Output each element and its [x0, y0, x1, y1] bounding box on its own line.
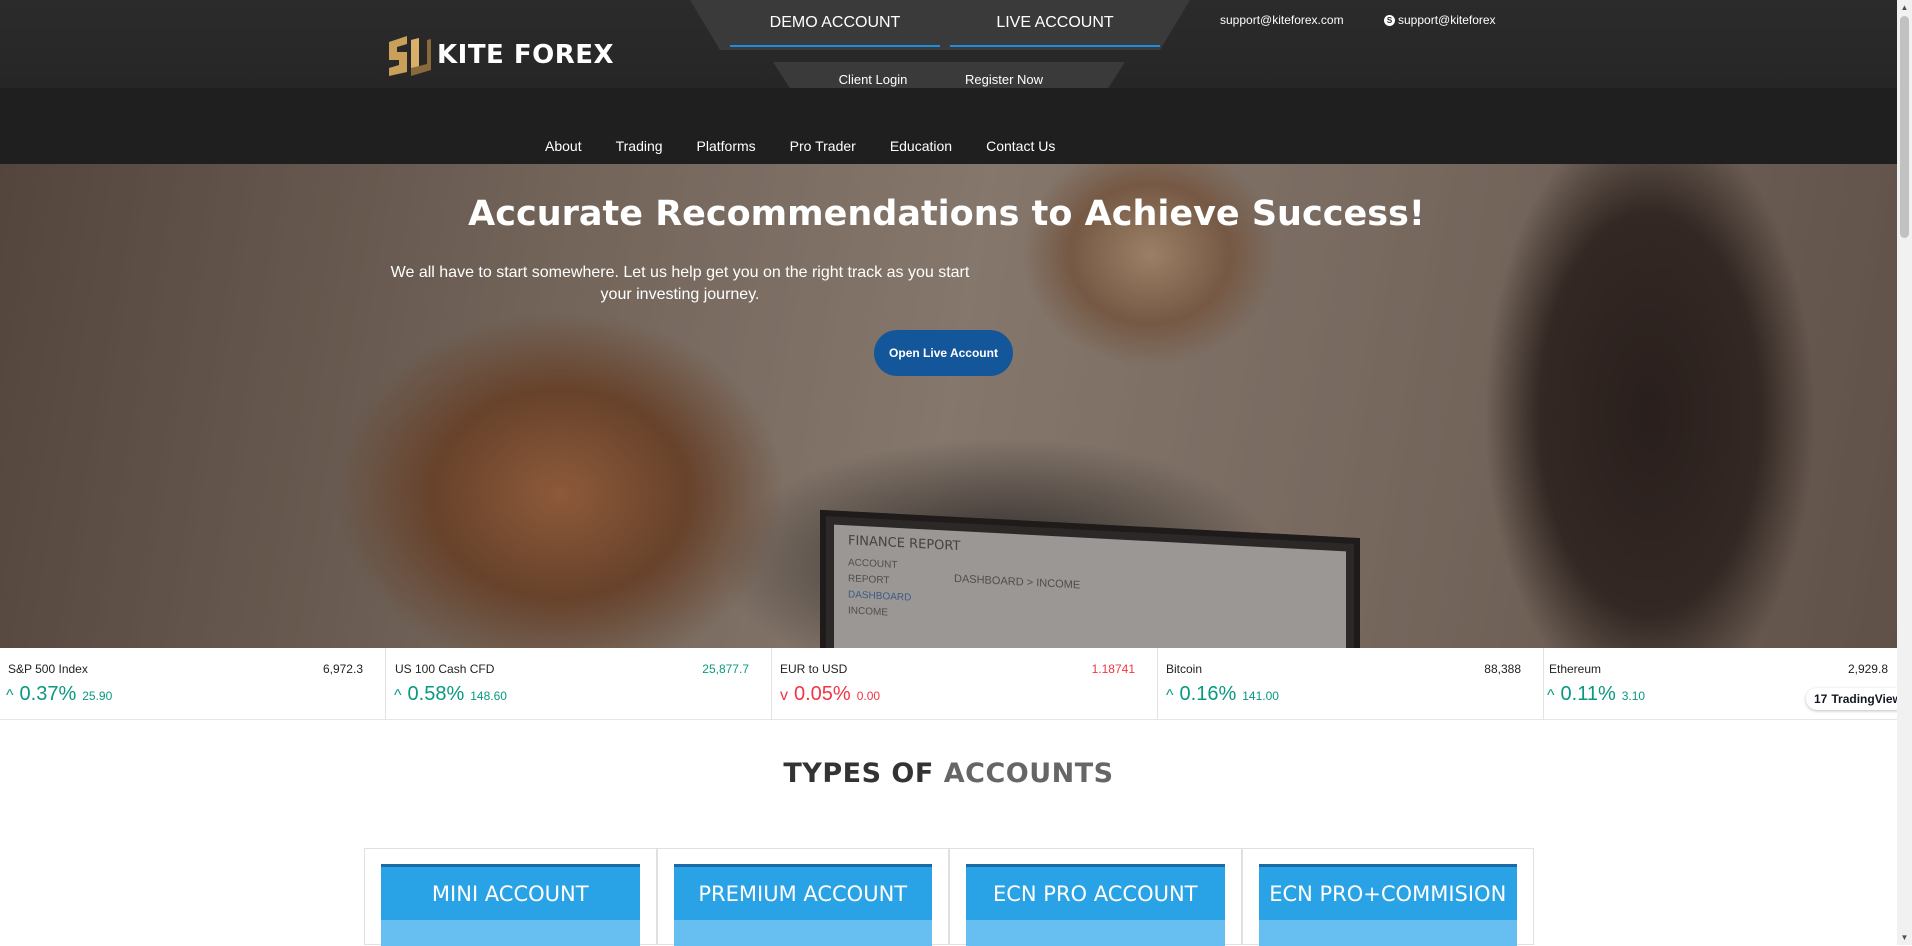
logo-text: KITE FOREX — [437, 40, 615, 70]
ticker-price: 88,388 — [1484, 662, 1521, 676]
ticker-change-absolute: 3.10 — [1621, 689, 1646, 703]
caret-down-icon: v — [780, 687, 788, 704]
support-email-link[interactable]: support@kiteforex.com — [1220, 13, 1344, 27]
account-card-title: PREMIUM ACCOUNT — [673, 864, 932, 920]
page-scrollbar[interactable]: ▲ ▼ — [1897, 0, 1912, 945]
scroll-down-arrow-icon[interactable]: ▼ — [1897, 930, 1912, 945]
ticker-symbol-name: Ethereum — [1549, 662, 1602, 676]
ticker-item[interactable]: US 100 Cash CFD 25,877.7 ^ 0.58% 148.60 — [386, 648, 772, 720]
caret-up-icon: ^ — [1547, 687, 1555, 704]
main-navigation: About Trading Platforms Pro Trader Educa… — [0, 88, 1897, 164]
kite-logo-icon — [389, 36, 431, 76]
site-logo[interactable]: KITE FOREX — [383, 30, 614, 80]
ticker-change: ^ 0.37% 25.90 — [6, 683, 112, 706]
hero-banner: FINANCE REPORT ACCOUNT REPORT DASHBOARD … — [0, 164, 1897, 648]
hero-title: Accurate Recommendations to Achieve Succ… — [0, 194, 1897, 234]
ticker-change-percent: 0.05% — [794, 683, 851, 705]
skype-icon: S — [1384, 14, 1395, 26]
ticker-item[interactable]: S&P 500 Index 6,972.3 ^ 0.37% 25.90 — [0, 648, 386, 720]
account-tabs: DEMO ACCOUNT LIVE ACCOUNT — [690, 0, 1190, 50]
ticker-change: ^ 0.11% 3.10 — [1547, 683, 1645, 706]
ticker-change-absolute: 0.00 — [856, 689, 881, 703]
nav-item-trading[interactable]: Trading — [616, 138, 663, 154]
nav-menu: About Trading Platforms Pro Trader Educa… — [545, 138, 1089, 154]
ticker-change-percent: 0.16% — [1179, 683, 1237, 705]
account-card-title: ECN PRO ACCOUNT — [966, 864, 1225, 920]
tradingview-badge[interactable]: 17 TradingView — [1806, 688, 1906, 710]
caret-up-icon: ^ — [1166, 687, 1174, 704]
hero-subtitle: We all have to start somewhere. Let us h… — [390, 264, 970, 303]
ticker-symbol-name: EUR to USD — [780, 662, 848, 676]
account-card-title: MINI ACCOUNT — [381, 864, 640, 920]
accounts-section-title: TYPES OF ACCOUNTS — [0, 758, 1897, 789]
account-card[interactable]: ECN PRO ACCOUNT — [949, 848, 1242, 946]
ticker-item[interactable]: Bitcoin 88,388 ^ 0.16% 141.00 — [1158, 648, 1544, 720]
tradingview-logo-icon: 17 — [1814, 692, 1828, 706]
ticker-change: ^ 0.16% 141.00 — [1166, 683, 1279, 706]
ticker-change: ^ 0.58% 148.60 — [394, 683, 507, 706]
ticker-price: 2,929.8 — [1847, 662, 1888, 676]
scrollbar-thumb[interactable] — [1900, 16, 1909, 238]
open-live-account-button[interactable]: Open Live Account — [874, 330, 1013, 376]
scroll-up-arrow-icon[interactable]: ▲ — [1897, 0, 1912, 15]
account-card-subheader — [966, 920, 1225, 946]
account-card-subheader — [673, 920, 932, 946]
account-card-subheader — [1258, 920, 1517, 946]
ticker-price: 1.18741 — [1091, 662, 1135, 676]
account-card-title: ECN PRO+COMMISION — [1258, 864, 1517, 920]
nav-item-about[interactable]: About — [545, 138, 582, 154]
ticker-price: 6,972.3 — [322, 662, 363, 676]
ticker-symbol-name: Bitcoin — [1166, 662, 1203, 676]
ticker-change: v 0.05% 0.00 — [780, 683, 880, 706]
account-card[interactable]: PREMIUM ACCOUNT — [656, 848, 949, 946]
accounts-title-dark: TYPES OF — [783, 758, 934, 789]
ticker-symbol-name: US 100 Cash CFD — [395, 662, 495, 676]
account-card[interactable]: MINI ACCOUNT — [364, 848, 657, 946]
tradingview-label: TradingView — [1831, 692, 1902, 706]
nav-item-contact-us[interactable]: Contact Us — [986, 138, 1055, 154]
caret-up-icon: ^ — [6, 687, 14, 704]
support-email-text: support@kiteforex.com — [1220, 13, 1344, 27]
skype-contact-link[interactable]: S support@kiteforex — [1384, 13, 1496, 27]
nav-item-education[interactable]: Education — [890, 138, 952, 154]
ticker-change-absolute: 148.60 — [470, 689, 507, 703]
hero-content: Accurate Recommendations to Achieve Succ… — [0, 164, 1897, 648]
hero-title-text: Accurate Recommendations to Achieve Succ… — [468, 194, 1425, 234]
nav-item-pro-trader[interactable]: Pro Trader — [790, 138, 856, 154]
skype-contact-text: support@kiteforex — [1398, 13, 1496, 27]
market-ticker: S&P 500 Index 6,972.3 ^ 0.37% 25.90 US 1… — [0, 648, 1897, 720]
ticker-change-absolute: 141.00 — [1242, 689, 1279, 703]
ticker-item[interactable]: EUR to USD 1.18741 v 0.05% 0.00 — [772, 648, 1158, 720]
account-cards: MINI ACCOUNT PREMIUM ACCOUNT ECN PRO ACC… — [364, 848, 1534, 946]
caret-up-icon: ^ — [394, 687, 402, 704]
account-card-subheader — [381, 920, 640, 946]
ticker-change-percent: 0.58% — [407, 683, 465, 705]
nav-item-platforms[interactable]: Platforms — [697, 138, 756, 154]
account-card[interactable]: ECN PRO+COMMISION — [1241, 848, 1534, 946]
top-header: KITE FOREX DEMO ACCOUNT LIVE ACCOUNT Cli… — [0, 0, 1897, 100]
accounts-title-light: ACCOUNTS — [943, 758, 1114, 789]
demo-account-button[interactable]: DEMO ACCOUNT — [730, 0, 940, 47]
ticker-change-percent: 0.11% — [1560, 683, 1616, 705]
live-account-button[interactable]: LIVE ACCOUNT — [950, 0, 1160, 47]
ticker-change-percent: 0.37% — [19, 683, 77, 705]
ticker-price: 25,877.7 — [702, 662, 749, 676]
ticker-symbol-name: S&P 500 Index — [8, 662, 88, 676]
ticker-change-absolute: 25.90 — [82, 689, 113, 703]
